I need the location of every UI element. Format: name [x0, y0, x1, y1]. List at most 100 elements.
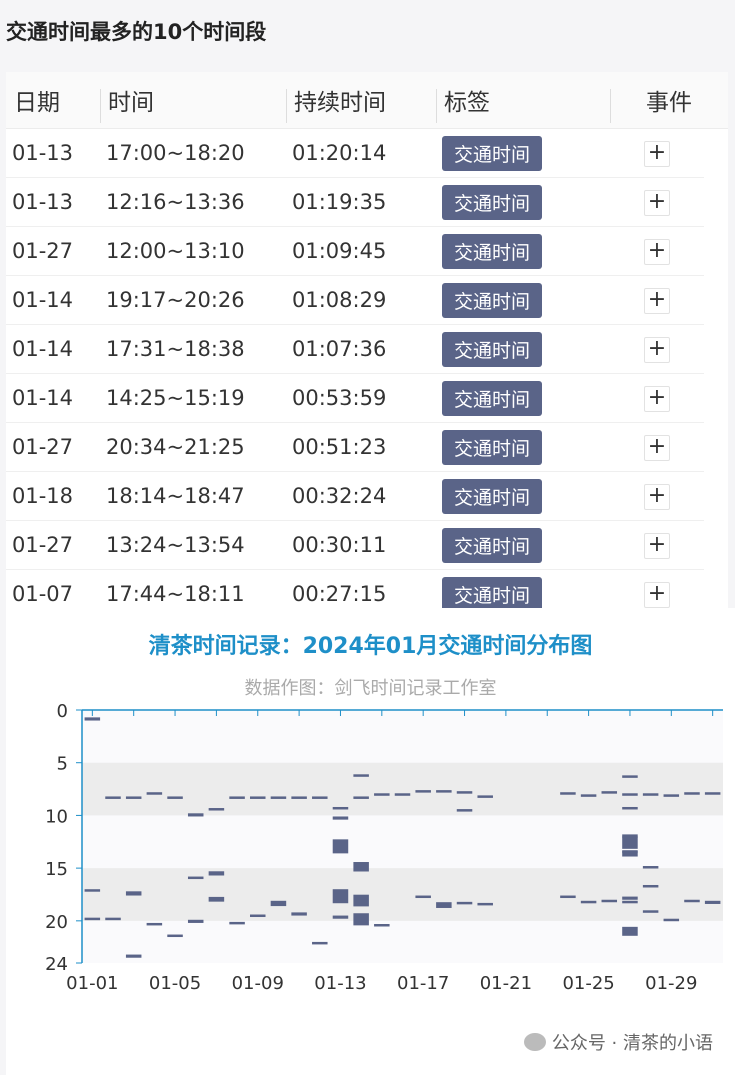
time-segment-bar — [622, 836, 638, 849]
time-segment-bar — [208, 896, 225, 902]
tag-badge[interactable]: 交通时间 — [442, 135, 543, 171]
tag-badge[interactable]: 交通时间 — [442, 527, 543, 563]
y-tick-label: 24 — [45, 954, 68, 975]
time-segment-bar — [84, 917, 101, 921]
grid-band — [82, 868, 723, 921]
cell-date: 01-07 — [12, 582, 74, 606]
cell-date: 01-14 — [12, 386, 74, 410]
tag-badge[interactable]: 交通时间 — [442, 184, 543, 220]
y-tick-label: 10 — [45, 806, 68, 827]
table-row: 01-14 17:31~18:38 01:07:36 交通时间 + — [6, 325, 704, 374]
cell-duration: 01:08:29 — [292, 288, 387, 312]
y-tick-label: 20 — [45, 912, 68, 933]
table-body: 01-13 17:00~18:20 01:20:14 交通时间 +01-13 12:16~… — [6, 129, 728, 619]
cell-event: + — [610, 287, 704, 314]
cell-time: 17:31~18:38 — [106, 337, 245, 361]
time-segment-bar — [622, 926, 638, 936]
time-segment-bar — [84, 717, 101, 721]
cell-date: 01-27 — [12, 533, 74, 557]
time-segment-bar — [250, 914, 266, 918]
time-segment-bar — [146, 922, 163, 926]
time-segment-bar — [622, 900, 638, 904]
tag-badge[interactable]: 交通时间 — [442, 478, 543, 514]
tag-badge[interactable]: 交通时间 — [442, 282, 543, 318]
plus-icon[interactable]: + — [644, 532, 670, 559]
table-row: 01-14 19:17~20:26 01:08:29 交通时间 + — [6, 276, 704, 325]
header-date: 日期 — [14, 90, 60, 116]
plus-icon[interactable]: + — [644, 581, 670, 608]
time-segment-bar — [663, 794, 680, 797]
time-segment-bar — [125, 891, 142, 896]
time-segment-bar — [291, 912, 307, 916]
plus-icon[interactable]: + — [644, 385, 670, 412]
x-tick-label: 01-29 — [645, 973, 697, 994]
time-segment-bar — [374, 793, 390, 796]
cell-tag: 交通时间 — [436, 135, 610, 171]
cell-duration: 00:27:15 — [292, 582, 387, 606]
time-segment-bar — [312, 796, 328, 799]
time-segment-bar — [312, 941, 328, 945]
time-segment-bar — [332, 889, 349, 904]
time-segment-bar — [187, 876, 204, 880]
plus-icon[interactable]: + — [644, 238, 670, 265]
x-tick-label: 01-17 — [397, 973, 449, 994]
cell-duration: 01:09:45 — [292, 239, 387, 263]
cell-time: 20:34~21:25 — [106, 435, 245, 459]
plus-icon[interactable]: + — [644, 140, 670, 167]
tag-badge[interactable]: 交通时间 — [442, 331, 543, 367]
cell-tag: 交通时间 — [436, 429, 610, 465]
time-segment-bar — [663, 918, 680, 922]
time-segment-bar — [353, 862, 369, 872]
cell-time: 19:17~20:26 — [106, 288, 245, 312]
cell-time: 18:14~18:47 — [106, 484, 245, 508]
plus-icon[interactable]: + — [644, 287, 670, 314]
time-segment-bar — [105, 796, 121, 799]
cell-event: + — [610, 581, 704, 608]
time-segment-bar — [436, 902, 452, 908]
time-segment-bar — [704, 900, 721, 904]
time-segment-bar — [353, 774, 369, 777]
tag-badge[interactable]: 交通时间 — [442, 429, 543, 465]
x-tick-label: 01-01 — [66, 973, 118, 994]
tag-badge[interactable]: 交通时间 — [442, 380, 543, 416]
time-segment-bar — [353, 913, 369, 926]
cell-duration: 00:53:59 — [292, 386, 387, 410]
time-segment-bar — [167, 934, 183, 938]
table-header: 日期 时间 持续时间 标签 事件 — [6, 72, 728, 129]
time-segment-bar — [622, 793, 638, 796]
cell-tag: 交通时间 — [436, 184, 610, 220]
plus-icon[interactable]: + — [644, 483, 670, 510]
time-segment-bar — [560, 792, 576, 795]
cell-duration: 01:07:36 — [292, 337, 387, 361]
tag-badge[interactable]: 交通时间 — [442, 576, 543, 612]
plus-icon[interactable]: + — [644, 336, 670, 363]
time-segment-bar — [601, 899, 618, 903]
time-segment-bar — [208, 808, 225, 811]
time-segment-bar — [642, 866, 659, 869]
plus-icon[interactable]: + — [644, 434, 670, 461]
x-tick-label: 01-21 — [480, 973, 532, 994]
cell-tag: 交通时间 — [436, 478, 610, 514]
time-segment-bar — [642, 884, 659, 888]
cell-duration: 00:51:23 — [292, 435, 387, 459]
time-segment-bar — [84, 889, 101, 892]
cell-tag: 交通时间 — [436, 331, 610, 367]
tag-badge[interactable]: 交通时间 — [442, 233, 543, 269]
cell-event: + — [610, 532, 704, 559]
time-segment-bar — [353, 796, 369, 799]
top10-table: 日期 时间 持续时间 标签 事件 01-13 17:00~18:20 01:20:1… — [6, 72, 728, 619]
cell-date: 01-27 — [12, 239, 74, 263]
cell-tag: 交通时间 — [436, 282, 610, 318]
y-tick-label: 5 — [57, 754, 68, 775]
time-segment-bar — [580, 794, 597, 797]
time-segment-bar — [270, 900, 287, 907]
time-segment-bar — [353, 894, 369, 907]
time-segment-bar — [105, 917, 121, 921]
y-tick-label: 0 — [57, 701, 68, 722]
plus-icon[interactable]: + — [644, 189, 670, 216]
chart-area: 清茶时间记录：2024年01月交通时间分布图 数据作图：剑飞时间记录工作室 01… — [6, 608, 735, 1075]
x-tick-label: 01-05 — [149, 973, 201, 994]
time-segment-bar — [291, 796, 307, 799]
time-segment-bar — [684, 792, 700, 795]
table-row: 01-18 18:14~18:47 00:32:24 交通时间 + — [6, 472, 704, 521]
